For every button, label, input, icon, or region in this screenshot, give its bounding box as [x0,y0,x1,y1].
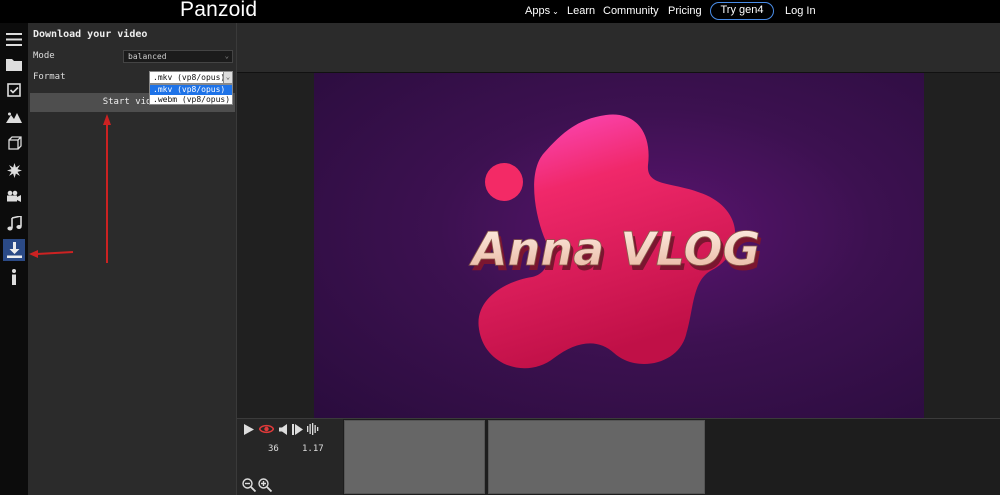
checkbox-icon[interactable] [3,79,25,101]
panel-title: Download your video [33,29,148,40]
format-value: .mkv (vp8/opus) [153,73,226,82]
video-preview[interactable]: Anna VLOG Anna VLOG [314,73,924,418]
properties-bar [237,23,1000,73]
image-icon[interactable] [3,106,25,128]
mode-label: Mode [33,51,55,61]
login-link[interactable]: Log In [785,0,816,23]
small-blob [485,163,523,201]
sidebar [0,23,28,495]
format-label: Format [33,72,66,82]
zoom-out-icon[interactable] [242,477,257,493]
format-dropdown-list: .mkv (vp8/opus) .webm (vp8/opus) [149,84,233,105]
nav-learn[interactable]: Learn [567,0,595,23]
format-option-mkv[interactable]: .mkv (vp8/opus) [150,85,232,95]
effects-icon[interactable] [3,159,25,181]
try-gen4-button[interactable]: Try gen4 [710,2,774,20]
preview-artwork: Anna VLOG Anna VLOG [469,114,764,369]
menu-icon[interactable] [3,28,25,50]
format-option-webm[interactable]: .webm (vp8/opus) [150,95,232,105]
chevron-down-icon: ⌄ [552,7,559,16]
volume-icon[interactable] [277,422,290,436]
waveform-icon[interactable] [307,422,320,436]
format-select[interactable]: .mkv (vp8/opus) ⌄ [149,71,233,84]
frame-counter: 36 [268,444,279,454]
eye-icon[interactable] [258,422,274,436]
chevron-down-icon: ⌄ [223,71,233,84]
folder-icon[interactable] [3,53,25,75]
nav-apps[interactable]: Apps ⌄ [525,0,559,23]
music-note-icon[interactable] [3,212,25,234]
time-counter: 1.17 [302,444,324,454]
nav-apps-label: Apps [525,5,551,17]
nav-pricing[interactable]: Pricing [668,0,702,23]
download-icon[interactable] [3,239,25,261]
info-icon[interactable] [3,266,25,288]
top-nav: Panzoid Apps ⌄ Learn Community Pricing Tr… [0,0,1000,23]
timeline-clip[interactable] [488,420,705,494]
download-panel: Download your video Mode balanced ⌄ Form… [28,23,237,495]
chevron-down-icon: ⌄ [224,52,229,60]
timeline: 36 1.17 [237,418,1000,495]
timeline-clip[interactable] [344,420,485,494]
title-text: Anna VLOG [469,222,760,276]
step-forward-icon[interactable] [291,422,304,436]
brand-logo[interactable]: Panzoid [180,0,257,22]
nav-community[interactable]: Community [603,0,659,23]
mode-select[interactable]: balanced ⌄ [123,50,233,63]
camera-icon[interactable] [3,185,25,207]
mode-value: balanced [128,52,167,61]
timeline-controls: 36 1.17 [237,419,343,495]
zoom-in-icon[interactable] [258,477,273,493]
title-text-group: Anna VLOG Anna VLOG [469,222,764,281]
cube-icon[interactable] [3,132,25,154]
play-icon[interactable] [242,422,255,436]
